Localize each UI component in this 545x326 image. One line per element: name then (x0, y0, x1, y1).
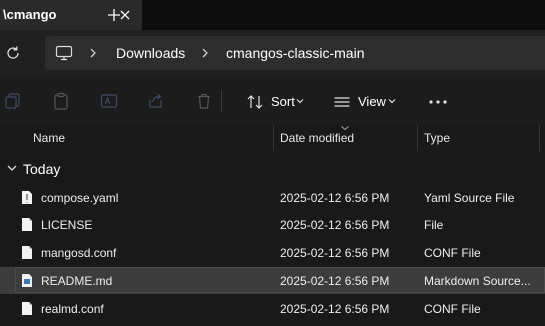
delete-icon[interactable] (195, 92, 213, 110)
file-icon (22, 246, 32, 259)
view-icon (334, 97, 350, 107)
monitor-icon[interactable] (55, 45, 73, 61)
file-name: compose.yaml (41, 191, 119, 205)
sort-icon (247, 95, 263, 109)
paste-icon[interactable] (52, 92, 70, 110)
column-divider[interactable] (417, 125, 418, 151)
file-date: 2025-02-12 6:56 PM (280, 302, 390, 316)
toolbar-separator (221, 90, 222, 112)
file-name: LICENSE (41, 218, 93, 232)
plus-icon[interactable] (104, 5, 124, 25)
yaml-file-icon (22, 191, 32, 204)
column-date-modified[interactable]: Date modified (280, 131, 354, 145)
breadcrumb-downloads[interactable]: Downloads (116, 45, 185, 61)
column-type[interactable]: Type (424, 131, 450, 145)
sort-label: Sort (271, 94, 295, 109)
file-row[interactable]: mangosd.conf 2025-02-12 6:56 PM CONF Fil… (0, 239, 545, 266)
refresh-icon[interactable] (4, 44, 22, 62)
file-date: 2025-02-12 6:56 PM (280, 218, 390, 232)
chevron-down-icon[interactable] (6, 163, 18, 173)
rename-icon[interactable] (100, 92, 118, 110)
breadcrumb[interactable]: Downloads cmangos-classic-main (45, 36, 545, 70)
file-type: Markdown Source... (424, 274, 531, 288)
column-header: Name Date modified Type (0, 125, 545, 151)
file-type: Yaml Source File (424, 191, 515, 205)
breadcrumb-cmangos-classic-main[interactable]: cmangos-classic-main (226, 45, 364, 61)
column-name[interactable]: Name (33, 131, 65, 145)
markdown-file-icon (22, 274, 32, 287)
more-icon[interactable] (428, 93, 448, 111)
column-divider[interactable] (273, 125, 274, 151)
file-name: README.md (41, 274, 113, 288)
tab-title: \cmango (3, 7, 57, 22)
copy-icon[interactable] (4, 92, 22, 110)
file-type: CONF File (424, 246, 481, 260)
file-icon (22, 302, 32, 315)
file-row[interactable]: compose.yaml 2025-02-12 6:56 PM Yaml Sou… (0, 184, 545, 211)
chevron-down-icon (388, 99, 396, 104)
file-name: realmd.conf (41, 302, 104, 316)
file-row[interactable]: realmd.conf 2025-02-12 6:56 PM CONF File (0, 295, 545, 322)
file-row[interactable]: LICENSE 2025-02-12 6:56 PM File (0, 211, 545, 238)
file-date: 2025-02-12 6:56 PM (280, 274, 390, 288)
file-row-selected[interactable]: README.md 2025-02-12 6:56 PM Markdown So… (0, 267, 545, 294)
chevron-down-icon (296, 99, 304, 104)
file-type: CONF File (424, 302, 481, 316)
group-label: Today (23, 161, 61, 177)
file-name: mangosd.conf (41, 246, 117, 260)
file-date: 2025-02-12 6:56 PM (280, 191, 390, 205)
command-bar: Sort View (0, 77, 545, 126)
address-bar: Downloads cmangos-classic-main (0, 30, 545, 77)
column-divider[interactable] (539, 125, 540, 151)
file-date: 2025-02-12 6:56 PM (280, 246, 390, 260)
file-type: File (424, 218, 444, 232)
file-icon (22, 218, 32, 231)
group-header-today[interactable]: Today (0, 155, 545, 181)
chevron-right-icon[interactable] (200, 47, 210, 59)
view-label: View (358, 94, 386, 109)
title-bar: \cmango (0, 0, 545, 30)
chevron-right-icon[interactable] (88, 47, 98, 59)
share-icon[interactable] (147, 92, 165, 110)
